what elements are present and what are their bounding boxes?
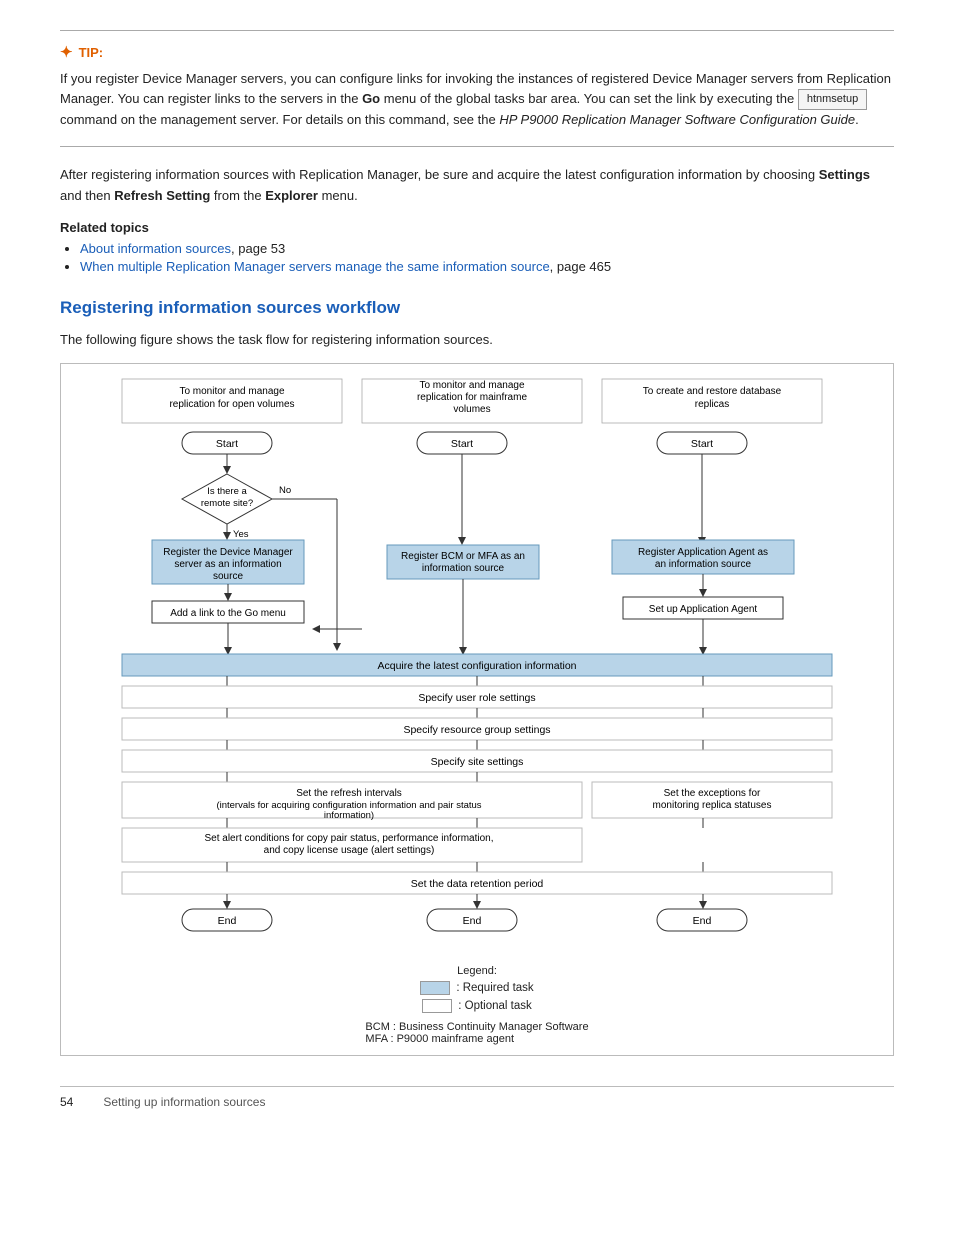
tip-section: ✦ TIP: If you register Device Manager se… [60,30,894,147]
svg-text:Yes: Yes [233,529,249,540]
svg-text:replication for open volumes: replication for open volumes [169,399,294,410]
legend-required-box [420,981,450,995]
related-topics-list: About information sources, page 53 When … [60,241,894,274]
flowchart-svg: To monitor and manage replication for op… [117,374,837,957]
svg-text:Set the exceptions for: Set the exceptions for [664,788,761,799]
svg-text:Specify site settings: Specify site settings [431,756,524,768]
related-page-1: , page 53 [231,241,285,256]
svg-text:source: source [213,571,243,582]
svg-text:monitoring replica statuses: monitoring replica statuses [653,800,772,811]
related-link-2[interactable]: When multiple Replication Manager server… [80,259,550,274]
svg-text:End: End [463,915,482,927]
section-title: Registering information sources workflow [60,298,894,320]
svg-text:server as an information: server as an information [174,559,281,570]
legend-required-label: : Required task [456,982,533,994]
legend-required-row: : Required task [71,981,883,995]
tip-text-2: command on the management server. For de… [60,112,859,127]
legend: Legend: : Required task : Optional task … [71,965,883,1045]
page-footer: 54 Setting up information sources [60,1086,894,1109]
legend-title: Legend: [71,965,883,977]
svg-text:Is there a: Is there a [207,486,247,497]
related-topics-title: Related topics [60,220,894,235]
svg-text:End: End [693,915,712,927]
workflow-intro: The following figure shows the task flow… [60,330,894,350]
svg-text:remote site?: remote site? [201,498,253,509]
svg-text:Specify user role settings: Specify user role settings [418,692,535,704]
tip-label: TIP: [79,45,104,60]
svg-text:Register BCM or MFA as an: Register BCM or MFA as an [401,551,525,562]
tip-icon: ✦ [60,43,73,61]
svg-text:volumes: volumes [453,404,490,415]
legend-optional-row: : Optional task [71,999,883,1013]
svg-text:Start: Start [691,438,713,450]
svg-text:Add a link to the Go menu: Add a link to the Go menu [170,608,286,619]
svg-text:End: End [218,915,237,927]
svg-text:Start: Start [451,438,473,450]
svg-text:Set the data retention period: Set the data retention period [411,878,544,890]
tip-inline-code: htnmsetup [798,89,867,110]
list-item: About information sources, page 53 [80,241,894,256]
svg-text:information source: information source [422,563,505,574]
svg-text:Start: Start [216,438,238,450]
related-link-1[interactable]: About information sources [80,241,231,256]
tip-body: If you register Device Manager servers, … [60,69,894,130]
page-number: 54 [60,1095,73,1109]
svg-text:To create and restore database: To create and restore database [643,386,782,397]
legend-optional-box [422,999,452,1013]
svg-text:Acquire the latest configurati: Acquire the latest configuration informa… [377,660,576,672]
svg-text:Set alert conditions for copy: Set alert conditions for copy pair statu… [204,833,493,844]
flowchart-container: To monitor and manage replication for op… [60,363,894,1056]
svg-text:To monitor and manage: To monitor and manage [179,386,285,397]
tip-text-1: If you register Device Manager servers, … [60,71,891,106]
svg-text:Specify resource group setting: Specify resource group settings [403,724,550,736]
related-page-2: , page 465 [550,259,611,274]
legend-mfa: MFA : P9000 mainframe agent [365,1033,588,1045]
svg-text:replication for mainframe: replication for mainframe [417,392,527,403]
svg-text:and copy license usage (alert: and copy license usage (alert settings) [264,845,435,856]
legend-bcm: BCM : Business Continuity Manager Softwa… [365,1021,588,1033]
svg-text:To monitor and manage: To monitor and manage [419,380,525,391]
tip-header: ✦ TIP: [60,43,894,61]
svg-text:Register the Device Manager: Register the Device Manager [163,547,293,558]
svg-text:Set up Application Agent: Set up Application Agent [649,604,758,615]
main-paragraph: After registering information sources wi… [60,165,894,205]
svg-text:Register Application Agent as: Register Application Agent as [638,547,768,558]
related-topics: Related topics About information sources… [60,220,894,274]
footer-chapter: Setting up information sources [103,1095,265,1109]
svg-text:information): information) [324,810,374,821]
svg-text:an information source: an information source [655,559,752,570]
svg-text:replicas: replicas [695,399,729,410]
legend-optional-label: : Optional task [458,1000,532,1012]
svg-text:No: No [279,485,291,496]
list-item: When multiple Replication Manager server… [80,259,894,274]
svg-text:Set the refresh intervals: Set the refresh intervals [296,788,402,799]
